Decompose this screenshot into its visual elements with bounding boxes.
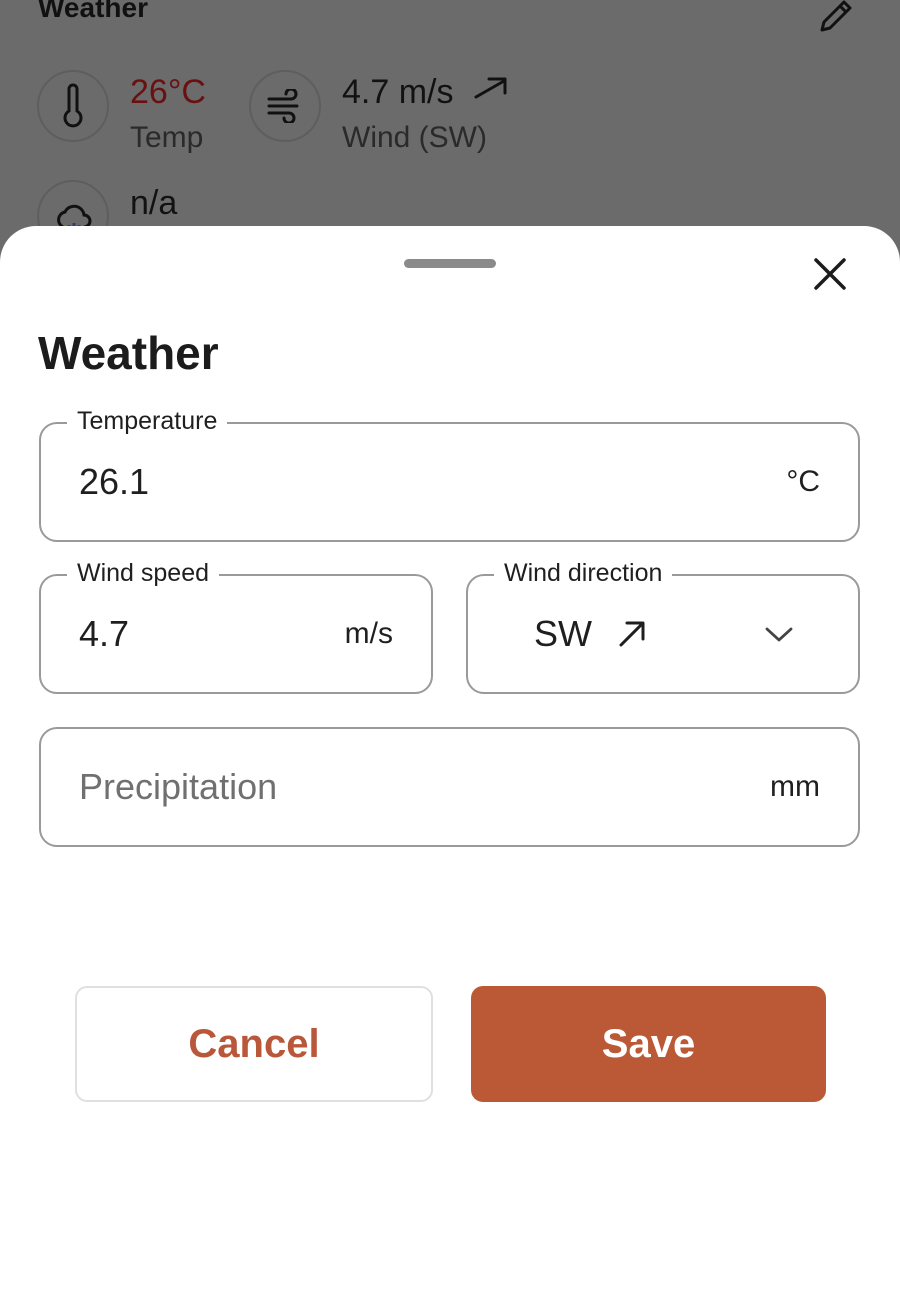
background-title: Weather (38, 0, 148, 23)
temp-value: 26°C (130, 73, 206, 111)
close-icon (814, 258, 846, 290)
weather-sheet: Weather Temperature °C Wind speed m/s Wi… (0, 226, 900, 1290)
save-button[interactable]: Save (471, 986, 826, 1102)
wind-value: 4.7 m/s (342, 73, 509, 114)
wind-direction-select[interactable]: Wind direction SW (466, 558, 860, 694)
precipitation-input[interactable] (79, 729, 679, 845)
background-screen: Weather 26°C Temp 4.7 m/s Wind (SW) n/a (0, 0, 900, 260)
arrow-up-right-icon (616, 618, 648, 650)
arrow-up-right-icon (473, 75, 509, 114)
precip-value: n/a (130, 184, 178, 222)
sheet-title: Weather (38, 327, 219, 379)
chevron-down-icon (764, 576, 794, 692)
thermometer-icon (37, 70, 109, 142)
drag-handle[interactable] (404, 259, 496, 268)
close-button[interactable] (808, 252, 852, 296)
pencil-icon[interactable] (816, 0, 856, 36)
wind-value-text: 4.7 m/s (342, 73, 454, 111)
wind-speed-input[interactable] (79, 576, 299, 692)
wind-direction-text: SW (534, 613, 592, 654)
cancel-button[interactable]: Cancel (75, 986, 433, 1102)
temp-label: Temp (130, 121, 204, 154)
temperature-unit: °C (786, 465, 820, 498)
temperature-field[interactable]: Temperature °C (39, 406, 860, 542)
wind-label: Wind (SW) (342, 121, 487, 154)
temperature-input[interactable] (79, 424, 679, 540)
wind-icon (249, 70, 321, 142)
wind-speed-field[interactable]: Wind speed m/s (39, 558, 433, 694)
wind-speed-unit: m/s (344, 617, 393, 650)
precipitation-unit: mm (770, 770, 820, 803)
wind-direction-value: SW (534, 576, 648, 692)
precipitation-field[interactable]: mm (39, 727, 860, 847)
